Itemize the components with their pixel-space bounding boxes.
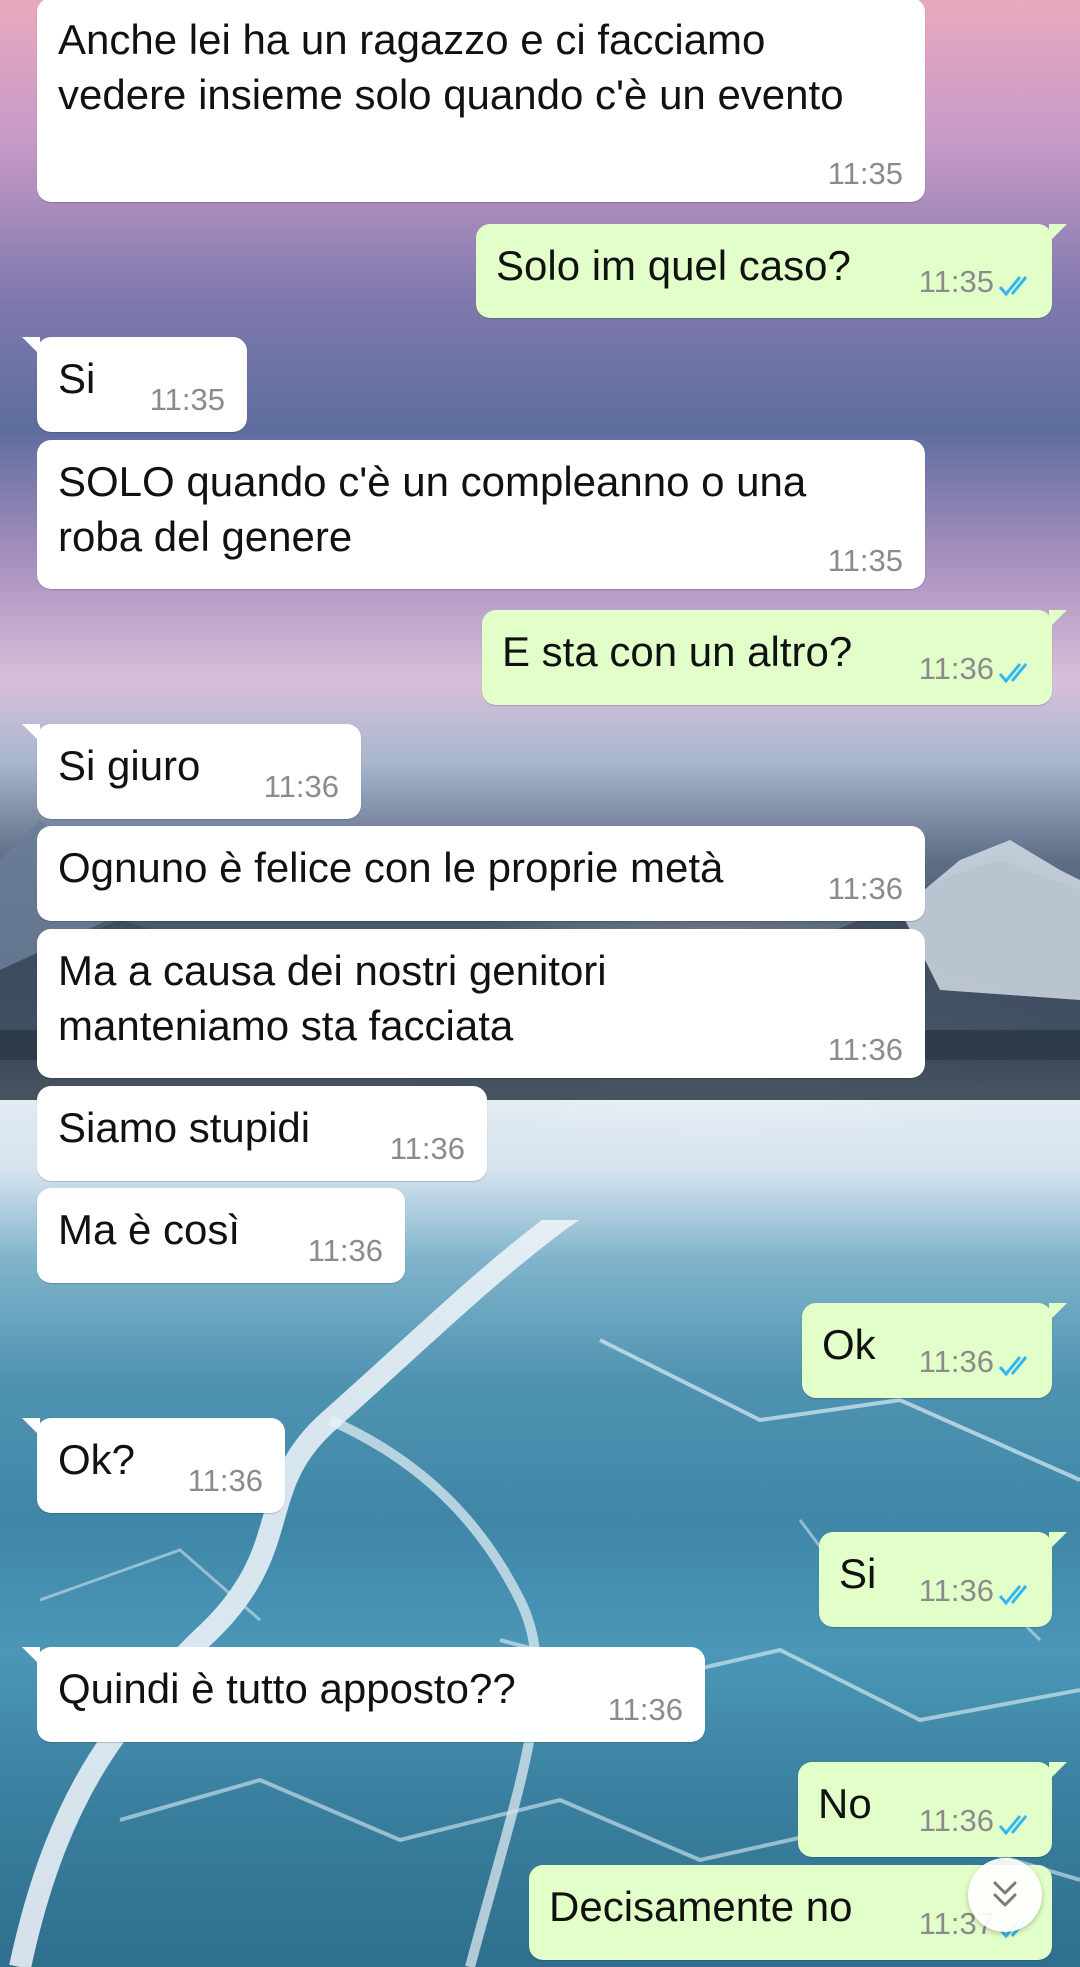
message-time: 11:36 — [918, 1803, 994, 1838]
message-time: 11:36 — [918, 651, 994, 686]
double-check-icon — [998, 276, 1028, 297]
message-text: Si — [58, 355, 96, 402]
message-incoming[interactable]: Si 11:35 — [22, 337, 247, 432]
double-check-icon — [998, 1585, 1028, 1606]
message-incoming[interactable]: Ok? 11:36 — [22, 1418, 285, 1513]
bubble-tail — [22, 724, 40, 742]
bubble-tail — [1049, 1532, 1067, 1550]
message-time: 11:36 — [389, 1131, 465, 1166]
message-incoming[interactable]: Anche lei ha un ragazzo e ci facciamo ve… — [37, 0, 925, 202]
message-outgoing[interactable]: No 11:36 — [798, 1762, 1067, 1857]
double-chevron-down-icon — [993, 1881, 1017, 1907]
message-text: Anche lei ha un ragazzo e ci facciamo ve… — [58, 16, 844, 118]
message-time: 11:36 — [918, 1344, 994, 1379]
message-time: 11:35 — [918, 264, 994, 299]
message-text: Ok — [822, 1321, 876, 1368]
scroll-to-bottom-button[interactable] — [968, 1858, 1042, 1932]
message-incoming[interactable]: Ma è così 11:36 — [37, 1188, 405, 1283]
message-time: 11:36 — [307, 1233, 383, 1268]
message-time: 11:36 — [918, 1573, 994, 1608]
message-text: E sta con un altro? — [502, 628, 853, 675]
double-check-icon — [998, 1356, 1028, 1377]
message-text: Ma a causa dei nostri genitori manteniam… — [58, 947, 607, 1049]
bubble-tail — [1049, 224, 1067, 242]
message-text: Ok? — [58, 1436, 136, 1483]
message-text: Si — [839, 1550, 877, 1597]
message-incoming[interactable]: SOLO quando c'è un compleanno o una roba… — [37, 440, 925, 589]
message-incoming[interactable]: Quindi è tutto apposto?? 11:36 — [22, 1647, 705, 1742]
bubble-tail — [1049, 610, 1067, 628]
message-outgoing[interactable]: Ok 11:36 — [802, 1303, 1067, 1398]
message-text: Solo im quel caso? — [496, 242, 851, 289]
message-list[interactable]: Anche lei ha un ragazzo e ci facciamo ve… — [0, 0, 1080, 1967]
message-outgoing[interactable]: E sta con un altro? 11:36 — [482, 610, 1067, 705]
bubble-tail — [22, 1418, 40, 1436]
double-check-icon — [998, 663, 1028, 684]
double-check-icon — [998, 1815, 1028, 1836]
bubble-tail — [22, 337, 40, 355]
message-time: 11:36 — [607, 1692, 683, 1727]
message-text: Ognuno è felice con le proprie metà — [58, 844, 724, 891]
message-incoming[interactable]: Ognuno è felice con le proprie metà 11:3… — [37, 826, 925, 921]
message-time: 11:35 — [827, 543, 903, 578]
message-outgoing[interactable]: Solo im quel caso? 11:35 — [476, 224, 1067, 318]
message-text: Ma è così — [58, 1206, 241, 1253]
message-time: 11:36 — [187, 1463, 263, 1498]
message-outgoing[interactable]: Si 11:36 — [819, 1532, 1067, 1627]
message-text: No — [818, 1780, 872, 1827]
message-time: 11:36 — [827, 1032, 903, 1067]
message-time: 11:36 — [827, 871, 903, 906]
message-text: Quindi è tutto apposto?? — [58, 1665, 516, 1712]
bubble-tail — [1049, 1762, 1067, 1780]
message-time: 11:35 — [827, 156, 903, 191]
message-text: SOLO quando c'è un compleanno o una roba… — [58, 458, 807, 560]
message-incoming[interactable]: Siamo stupidi 11:36 — [37, 1086, 487, 1181]
message-text: Siamo stupidi — [58, 1104, 311, 1151]
message-text: Decisamente no — [549, 1883, 853, 1930]
message-time: 11:36 — [263, 769, 339, 804]
message-text: Si giuro — [58, 742, 201, 789]
message-time: 11:35 — [149, 382, 225, 417]
message-incoming[interactable]: Ma a causa dei nostri genitori manteniam… — [37, 929, 925, 1078]
bubble-tail — [1049, 1303, 1067, 1321]
bubble-tail — [22, 1647, 40, 1665]
message-incoming[interactable]: Si giuro 11:36 — [22, 724, 361, 819]
